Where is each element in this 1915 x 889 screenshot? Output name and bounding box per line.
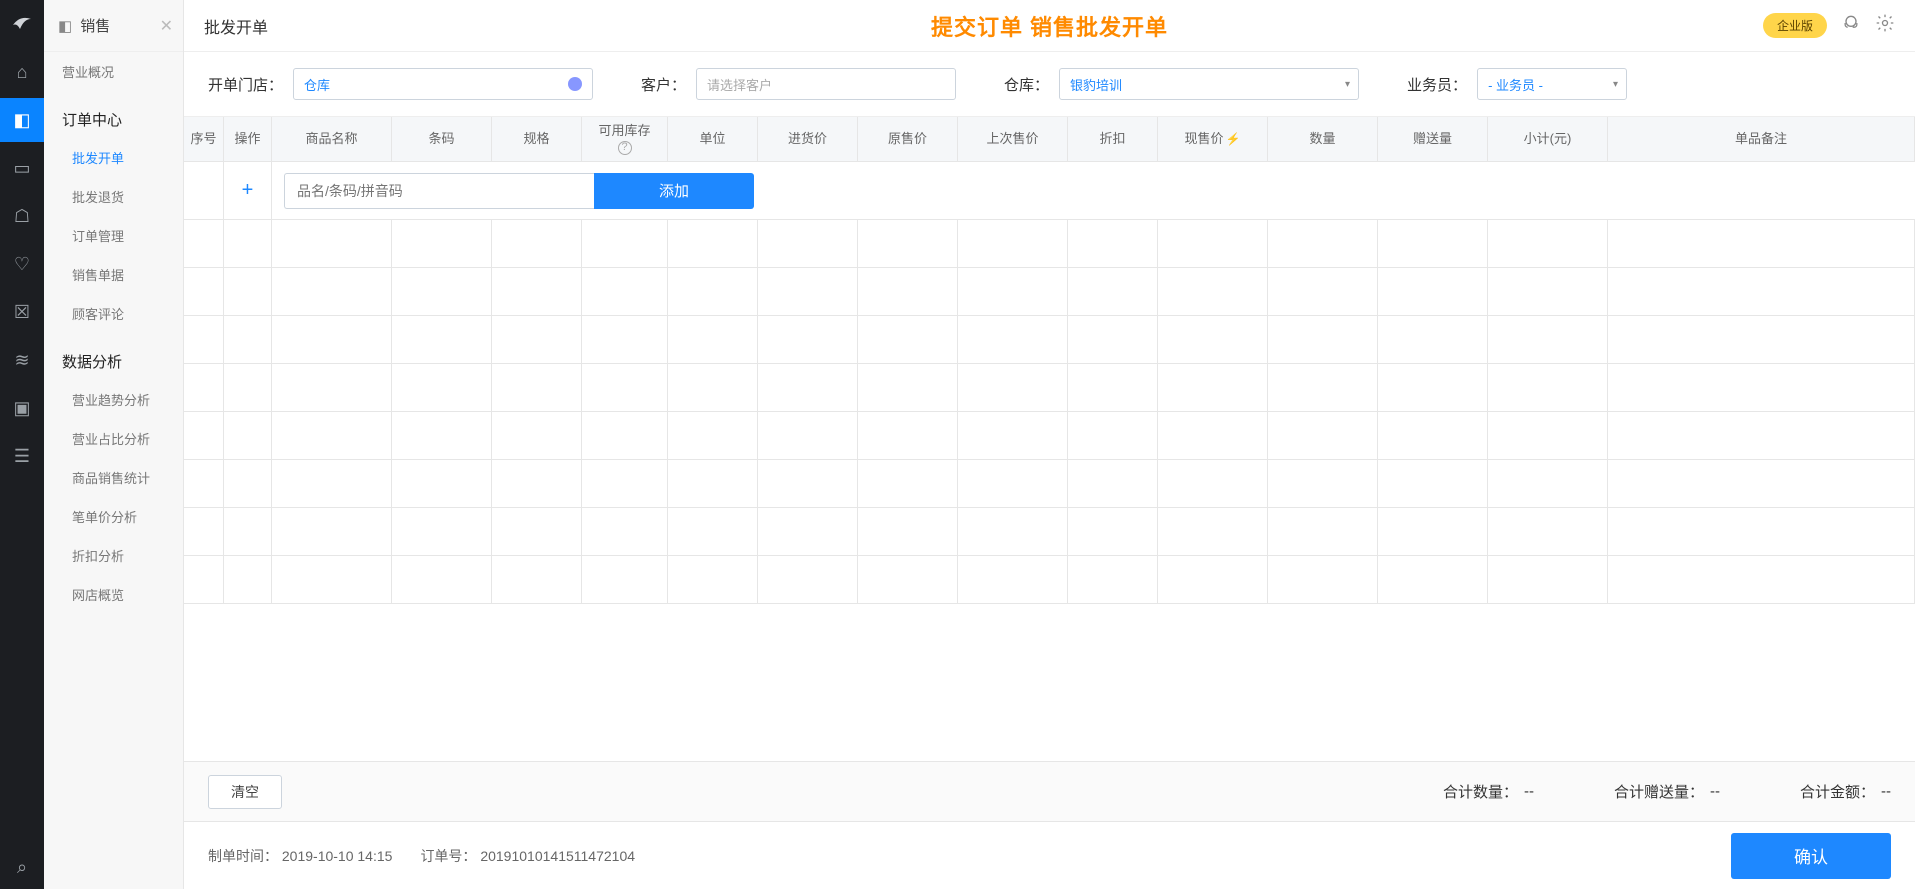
table-row (184, 364, 1915, 412)
sidebar-item-sales-doc[interactable]: 销售单据 (44, 255, 183, 294)
th-orig: 原售价 (858, 117, 958, 161)
table-row (184, 220, 1915, 268)
order-no: 订单号： 20191010141511472104 (420, 846, 635, 866)
plus-icon[interactable]: + (242, 179, 254, 202)
th-stock: 可用库存 ? (582, 117, 668, 161)
topbar: 批发开单 提交订单 销售批发开单 企业版 (184, 0, 1915, 52)
cursor-indicator-icon (568, 77, 582, 91)
page-title: 批发开单 (204, 14, 268, 38)
sidebar-item-wholesale-return[interactable]: 批发退货 (44, 177, 183, 216)
rail-favorite-icon[interactable]: ♡ (0, 242, 44, 286)
warehouse-select[interactable]: 银豹培训 ▾ (1059, 68, 1359, 100)
table-row (184, 268, 1915, 316)
gear-icon[interactable] (1875, 13, 1895, 38)
rail-box-icon[interactable]: ☒ (0, 290, 44, 334)
store-label: 开单门店： (208, 74, 283, 95)
total-amount: 合计金额： -- (1800, 781, 1891, 802)
th-code: 条码 (392, 117, 492, 161)
rail-user-icon[interactable]: ☖ (0, 194, 44, 238)
sidebar-item-order-manage[interactable]: 订单管理 (44, 216, 183, 255)
help-icon[interactable]: ? (618, 141, 632, 155)
sidebar-item-reviews[interactable]: 顾客评论 (44, 294, 183, 333)
sidebar-item-trend[interactable]: 营业趋势分析 (44, 380, 183, 419)
rail-screen-icon[interactable]: ▣ (0, 386, 44, 430)
rail-home-icon[interactable]: ⌂ (0, 50, 44, 94)
salesman-label: 业务员： (1407, 74, 1467, 95)
th-gift: 赠送量 (1378, 117, 1488, 161)
sidebar-item-product-stats[interactable]: 商品销售统计 (44, 458, 183, 497)
chevron-down-icon: ▾ (1613, 79, 1618, 90)
close-icon[interactable]: ✕ (160, 16, 173, 36)
rail-chart-icon[interactable]: ≋ (0, 338, 44, 382)
page-center-title: 提交订单 销售批发开单 (931, 10, 1168, 42)
create-time: 制单时间： 2019-10-10 14:15 (208, 846, 392, 866)
th-last: 上次售价 (958, 117, 1068, 161)
rail-sales-icon[interactable]: ◧ (0, 98, 44, 142)
th-qty: 数量 (1268, 117, 1378, 161)
total-qty: 合计数量： -- (1443, 781, 1534, 802)
th-buy: 进货价 (758, 117, 858, 161)
warehouse-label: 仓库： (1004, 74, 1049, 95)
sidebar: ◧ 销售 ✕ 营业概况 订单中心 批发开单 批发退货 订单管理 销售单据 顾客评… (44, 0, 184, 889)
add-button[interactable]: 添加 (594, 173, 754, 209)
filter-row: 开单门店： 仓库 客户： 请选择客户 仓库： 银豹培训 ▾ 业务员： - 业务员… (184, 52, 1915, 117)
table-header-row: 序号 操作 商品名称 条码 规格 可用库存 ? 单位 进货价 原售价 上次售价 … (184, 117, 1915, 162)
th-unit: 单位 (668, 117, 758, 161)
th-op: 操作 (224, 117, 272, 161)
summary-bar: 清空 合计数量： -- 合计赠送量： -- 合计金额： -- (184, 761, 1915, 821)
table-row (184, 316, 1915, 364)
sidebar-item-avg-order[interactable]: 笔单价分析 (44, 497, 183, 536)
product-search-input[interactable] (284, 173, 594, 209)
add-row: + 添加 (184, 162, 1915, 220)
th-note: 单品备注 (1608, 117, 1915, 161)
sidebar-group-analytics: 数据分析 (44, 333, 183, 380)
rail-filter-icon[interactable]: ☰ (0, 434, 44, 478)
support-icon[interactable] (1841, 13, 1861, 38)
table-wrap: 序号 操作 商品名称 条码 规格 可用库存 ? 单位 进货价 原售价 上次售价 … (184, 117, 1915, 761)
table-row (184, 556, 1915, 604)
chevron-down-icon: ▾ (1345, 79, 1350, 90)
store-select[interactable]: 仓库 (293, 68, 593, 100)
sidebar-item-wholesale-create[interactable]: 批发开单 (44, 138, 183, 177)
table-row (184, 412, 1915, 460)
sidebar-title-icon: ◧ (58, 17, 72, 35)
footer-bar: 制单时间： 2019-10-10 14:15 订单号： 201910101415… (184, 821, 1915, 889)
th-sub: 小计(元) (1488, 117, 1608, 161)
customer-select[interactable]: 请选择客户 (696, 68, 956, 100)
bolt-icon: ⚡ (1226, 132, 1241, 146)
confirm-button[interactable]: 确认 (1731, 833, 1891, 879)
logo-icon (9, 10, 35, 36)
rail-search-icon[interactable]: ⌕ (0, 845, 44, 889)
th-name: 商品名称 (272, 117, 392, 161)
clear-button[interactable]: 清空 (208, 775, 282, 809)
table-body: + 添加 (184, 162, 1915, 761)
th-seq: 序号 (184, 117, 224, 161)
th-now: 现售价⚡ (1158, 117, 1268, 161)
total-gift: 合计赠送量： -- (1614, 781, 1720, 802)
table-row (184, 460, 1915, 508)
salesman-select[interactable]: - 业务员 - ▾ (1477, 68, 1627, 100)
th-disc: 折扣 (1068, 117, 1158, 161)
table-row (184, 508, 1915, 556)
customer-label: 客户： (641, 74, 686, 95)
main-content: 批发开单 提交订单 销售批发开单 企业版 开单门店： 仓库 客户： 请选择客 (184, 0, 1915, 889)
sidebar-item-discount[interactable]: 折扣分析 (44, 536, 183, 575)
sidebar-item-eshop[interactable]: 网店概览 (44, 575, 183, 614)
icon-rail: ⌂ ◧ ▭ ☖ ♡ ☒ ≋ ▣ ☰ ⌕ (0, 0, 44, 889)
sidebar-item-ratio[interactable]: 营业占比分析 (44, 419, 183, 458)
enterprise-badge[interactable]: 企业版 (1763, 13, 1827, 38)
rail-store-icon[interactable]: ▭ (0, 146, 44, 190)
sidebar-title: 销售 (80, 15, 110, 36)
sidebar-item-overview[interactable]: 营业概况 (44, 52, 183, 91)
sidebar-header: ◧ 销售 ✕ (44, 0, 183, 52)
th-spec: 规格 (492, 117, 582, 161)
sidebar-group-orders: 订单中心 (44, 91, 183, 138)
